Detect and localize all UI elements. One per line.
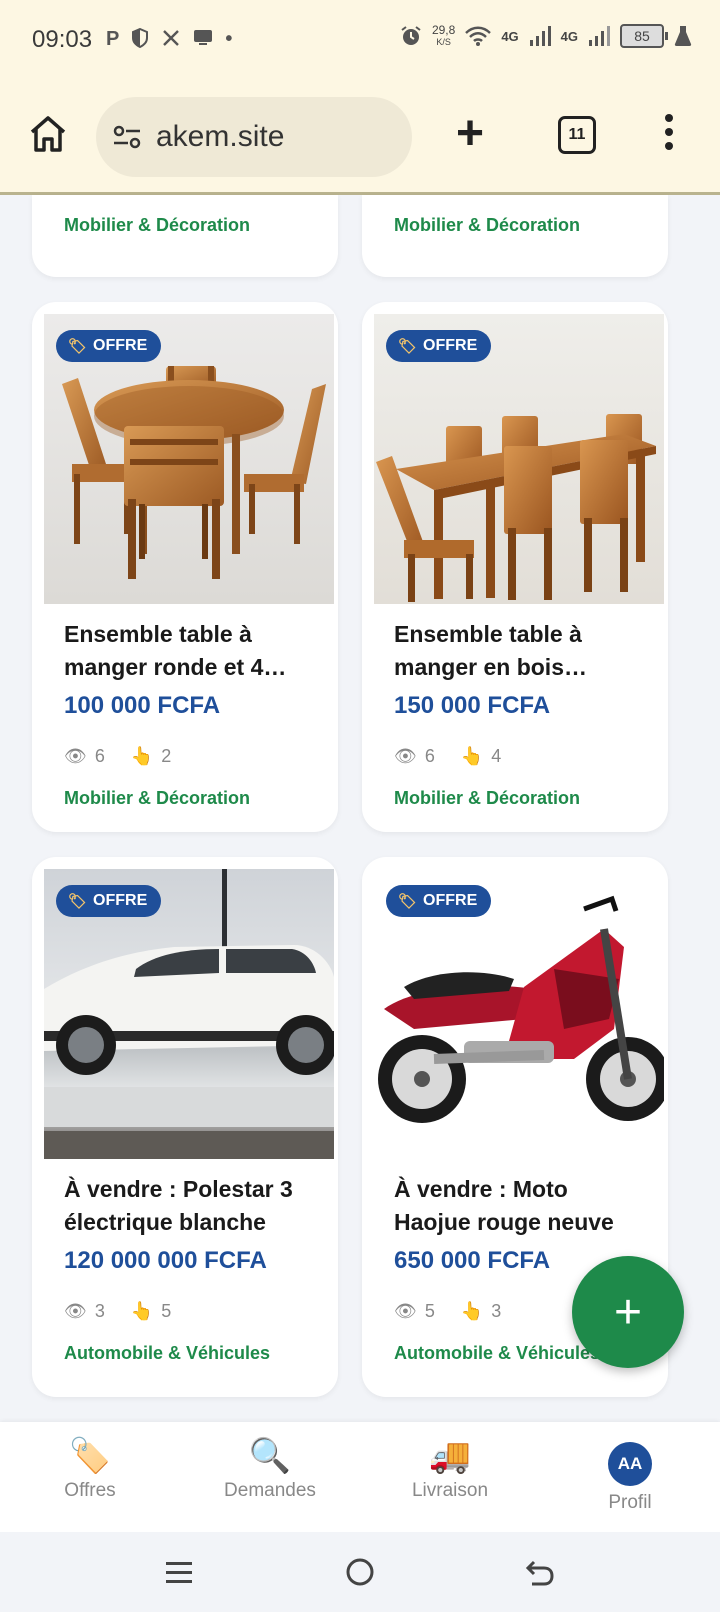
wifi-icon (465, 26, 492, 46)
browser-toolbar: akem.site + 11 (0, 82, 720, 195)
listing-card-partial[interactable]: Mobilier & Décoration (362, 195, 668, 277)
offer-badge: 🏷 OFFRE (386, 885, 492, 917)
tag-icon: 🏷️ (68, 1437, 112, 1475)
card-category[interactable]: Automobile & Véhicules (64, 1343, 270, 1364)
avatar: AA (608, 1442, 652, 1486)
nav-item-profil[interactable]: AA Profil (560, 1442, 700, 1514)
card-category[interactable]: Automobile & Véhicules (394, 1343, 600, 1364)
offer-badge: 🏷 OFFRE (386, 330, 492, 362)
nav-label: Demandes (224, 1480, 316, 1501)
card-price: 100 000 FCFA (64, 692, 221, 719)
listing-card[interactable]: 🏷 OFFRE Ensemble table à manger ronde et… (32, 302, 338, 832)
pointing-hand-icon: 👆 (130, 1301, 154, 1321)
views-count: 6 (424, 746, 435, 766)
nav-label: Profil (608, 1492, 652, 1513)
x-icon (163, 30, 180, 46)
network-type-2: 4G (560, 28, 578, 44)
status-time: 09:03 (32, 26, 93, 53)
clicks-count: 4 (491, 746, 502, 766)
tag-icon: 🏷 (398, 338, 418, 355)
network-type-1: 4G (501, 28, 519, 44)
card-price: 120 000 000 FCFA (64, 1247, 267, 1274)
eye-icon: 👁 (394, 1301, 417, 1321)
clicks-count: 3 (491, 1301, 502, 1321)
site-settings-icon[interactable] (112, 124, 142, 150)
card-category[interactable]: Mobilier & Décoration (64, 788, 250, 809)
views-count: 3 (94, 1301, 105, 1321)
card-price: 650 000 FCFA (394, 1247, 551, 1274)
listing-card-partial[interactable]: Mobilier & Décoration (32, 195, 338, 277)
nav-item-livraison[interactable]: 🚚 Livraison (380, 1436, 520, 1502)
card-title[interactable]: Ensemble table à manger ronde et 4… (64, 618, 314, 684)
browser-menu-button[interactable] (664, 114, 674, 154)
card-category[interactable]: Mobilier & Décoration (394, 215, 580, 236)
notification-icons: P • (106, 28, 232, 51)
address-bar[interactable]: akem.site (96, 97, 412, 177)
tag-icon: 🏷 (68, 893, 88, 910)
screen-icon (194, 30, 213, 45)
tag-icon: 🏷 (68, 338, 88, 355)
tab-switcher-button[interactable]: 11 (558, 116, 596, 154)
listing-card[interactable]: 🏷 OFFRE Ensemble table à manger en bois…… (362, 302, 668, 832)
bottom-nav: 🏷️ Offres 🔍 Demandes 🚚 Livraison AA Prof… (0, 1422, 720, 1532)
card-title[interactable]: Ensemble table à manger en bois… (394, 618, 644, 684)
shield-icon (132, 28, 149, 48)
nav-label: Offres (64, 1480, 116, 1501)
nav-item-demandes[interactable]: 🔍 Demandes (200, 1436, 340, 1502)
views-count: 5 (424, 1301, 435, 1321)
card-price: 150 000 FCFA (394, 692, 551, 719)
listing-card[interactable]: 🏷 OFFRE À vendre : Polestar 3 électrique… (32, 857, 338, 1397)
flask-icon (674, 26, 692, 46)
pointing-hand-icon: 👆 (460, 1301, 484, 1321)
card-stats: 👁 3 👆 5 (64, 1301, 197, 1322)
recent-apps-icon[interactable] (164, 1558, 194, 1588)
card-category[interactable]: Mobilier & Décoration (394, 788, 580, 809)
offer-badge: 🏷 OFFRE (56, 885, 162, 917)
card-title[interactable]: À vendre : Moto Haojue rouge neuve (394, 1173, 644, 1239)
clicks-count: 5 (161, 1301, 172, 1321)
magnifier-icon: 🔍 (248, 1437, 292, 1475)
offer-badge: 🏷 OFFRE (56, 330, 162, 362)
status-right: 29,8 K/S 4G 4G 85 (400, 24, 692, 48)
card-stats: 👁 5 👆 3 (394, 1301, 527, 1322)
nav-label: Livraison (411, 1480, 489, 1501)
p-notification-icon: P (106, 28, 120, 50)
battery-icon: 85 (620, 24, 668, 48)
nav-item-offres[interactable]: 🏷️ Offres (20, 1436, 160, 1502)
card-category[interactable]: Mobilier & Décoration (64, 215, 250, 236)
status-bar: 09:03 P • 29,8 K/S 4G 4G 85 (0, 0, 720, 82)
home-circle-icon[interactable] (344, 1556, 376, 1588)
eye-icon: 👁 (64, 1301, 87, 1321)
tag-icon: 🏷 (398, 893, 418, 910)
card-stats: 👁 6 👆 4 (394, 746, 527, 767)
back-icon[interactable] (524, 1556, 556, 1588)
signal-icon-1 (529, 26, 551, 46)
card-title[interactable]: À vendre : Polestar 3 électrique blanche (64, 1173, 314, 1239)
net-speed: 29,8 K/S (431, 23, 456, 47)
more-notifications-icon: • (225, 28, 233, 50)
add-listing-button[interactable]: + (572, 1256, 684, 1368)
signal-icon-2 (589, 26, 610, 46)
system-navigation-bar (0, 1532, 720, 1612)
eye-icon: 👁 (394, 746, 417, 766)
alarm-icon (401, 26, 421, 45)
truck-icon: 🚚 (428, 1437, 472, 1475)
pointing-hand-icon: 👆 (130, 746, 154, 766)
url-text: akem.site (156, 120, 285, 153)
card-stats: 👁 6 👆 2 (64, 746, 197, 767)
new-tab-button[interactable]: + (456, 110, 484, 158)
views-count: 6 (94, 746, 105, 766)
home-icon[interactable] (28, 114, 68, 154)
clicks-count: 2 (161, 746, 172, 766)
pointing-hand-icon: 👆 (460, 746, 484, 766)
eye-icon: 👁 (64, 746, 87, 766)
